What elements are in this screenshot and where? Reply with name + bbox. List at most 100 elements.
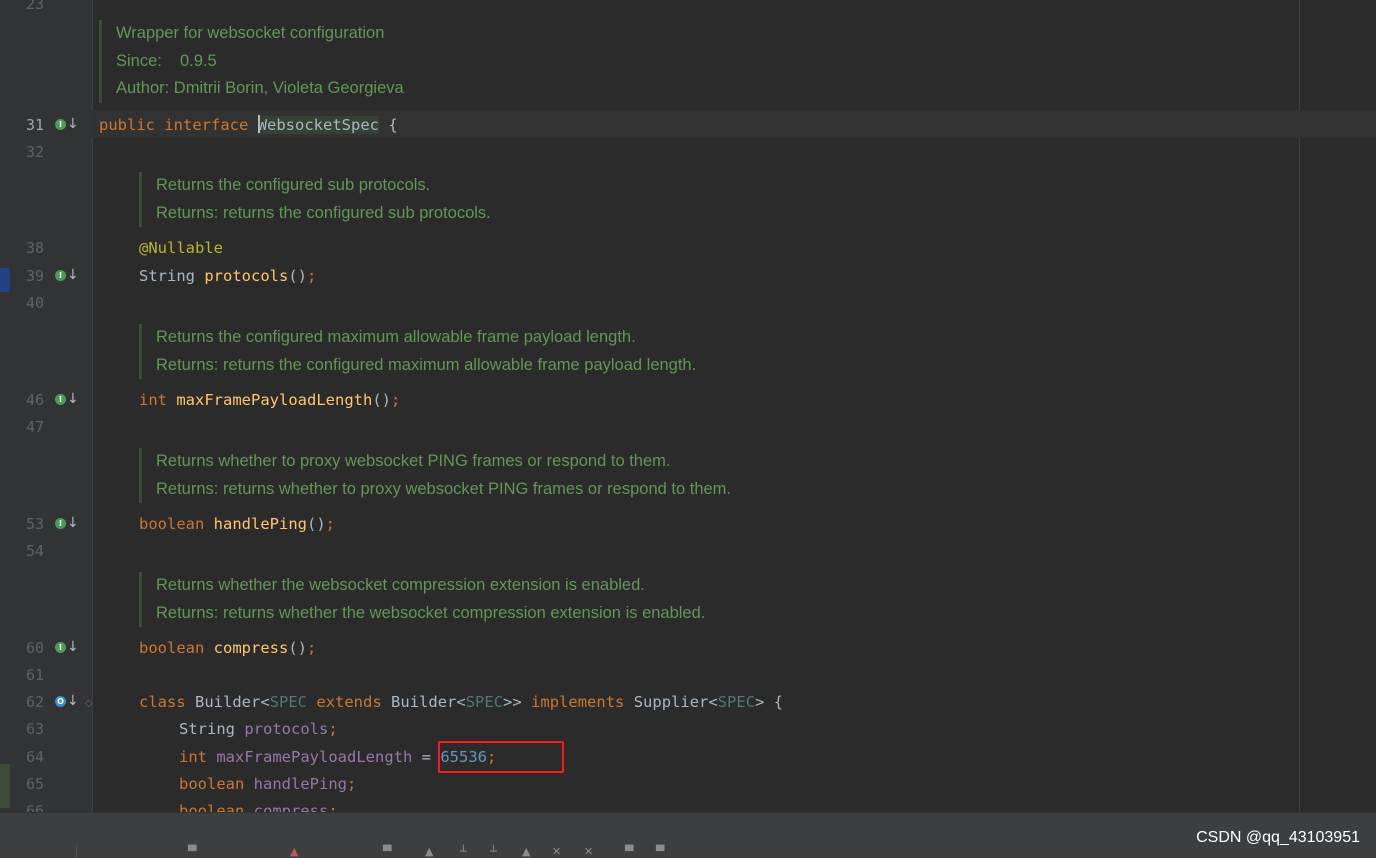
code-line-66[interactable]: boolean compress;: [179, 797, 338, 812]
method-name: handlePing: [213, 515, 307, 533]
bottom-tool-panel: ▀ ▲ ▀ ▲ ┴ ┴ ▲ ✕ ✕ ▀ ▀ CSDN @qq_43103951: [0, 812, 1376, 858]
class-name: Supplier: [633, 693, 709, 711]
method-javadoc: Returns whether to proxy websocket PING …: [139, 448, 731, 503]
javadoc-returns: Returns: returns the configured sub prot…: [156, 203, 491, 222]
code-line-65[interactable]: boolean handlePing;: [179, 770, 356, 798]
field-name: handlePing: [253, 775, 347, 793]
toolbar-up-icon[interactable]: ▲: [425, 846, 433, 858]
overrides-icon[interactable]: O ↓: [55, 693, 79, 713]
method-name: maxFramePayloadLength: [176, 391, 373, 409]
javadoc-summary: Returns the configured sub protocols.: [156, 176, 431, 194]
code-line-53[interactable]: boolean handlePing();: [139, 510, 335, 538]
line-number: 54: [25, 542, 44, 560]
angle: <: [708, 693, 718, 711]
field-name: maxFramePayloadLength: [216, 748, 413, 766]
interface-name[interactable]: WebsocketSpec: [257, 115, 380, 134]
semicolon: ;: [328, 720, 338, 738]
line-number: 39: [25, 267, 44, 285]
code-line-39[interactable]: String protocols();: [139, 262, 316, 290]
line-number: 46: [25, 391, 44, 409]
watermark: CSDN @qq_43103951: [1196, 829, 1360, 846]
toolbar-arrow-icon[interactable]: ┴: [490, 846, 497, 858]
line-number: 40: [25, 294, 44, 312]
keyword: implements: [531, 693, 625, 711]
implemented-icon[interactable]: I ↓: [55, 116, 79, 136]
type: int: [139, 391, 167, 409]
type: String: [139, 267, 195, 285]
field-name: protocols: [244, 720, 329, 738]
code-line-63[interactable]: String protocols;: [179, 715, 338, 743]
parens: (): [288, 639, 307, 657]
toolbar-close-icon[interactable]: ✕: [552, 846, 561, 858]
keyword: class: [139, 693, 186, 711]
change-marker-added: [0, 764, 10, 808]
toolbar-settings-icon[interactable]: ▀: [656, 846, 664, 858]
type-param: SPEC: [717, 693, 756, 711]
angle: >: [755, 693, 765, 711]
method-javadoc: Returns the configured sub protocols. Re…: [139, 172, 491, 227]
brace: {: [764, 693, 784, 711]
code-line-62[interactable]: class Builder<SPEC extends Builder<SPEC>…: [139, 688, 783, 716]
author-value: Dmitrii Borin, Violeta Georgieva: [173, 79, 404, 97]
line-number: 38: [25, 239, 44, 257]
toolbar-filter-icon[interactable]: ▀: [383, 846, 391, 858]
keyword: interface: [164, 116, 249, 134]
code-line-38[interactable]: @Nullable: [139, 234, 223, 262]
implemented-icon[interactable]: I ↓: [55, 267, 79, 287]
class-javadoc: Wrapper for websocket configuration Sinc…: [99, 20, 404, 103]
type: String: [179, 720, 235, 738]
code-line-31[interactable]: public interface WebsocketSpec {: [99, 111, 398, 139]
method-javadoc: Returns the configured maximum allowable…: [139, 324, 696, 379]
type: boolean: [179, 775, 245, 793]
code-line-60[interactable]: boolean compress();: [139, 634, 316, 662]
author-label: Author:: [116, 79, 170, 97]
implemented-icon[interactable]: I ↓: [55, 639, 79, 659]
type: boolean: [179, 802, 245, 812]
parens: (): [307, 515, 326, 533]
line-number: 65: [25, 775, 44, 793]
implemented-icon[interactable]: I ↓: [55, 391, 79, 411]
semicolon: ;: [390, 391, 401, 409]
code-line-46[interactable]: int maxFramePayloadLength();: [139, 386, 400, 414]
javadoc-summary: Returns the configured maximum allowable…: [156, 328, 636, 346]
angle: <: [260, 693, 270, 711]
toolbar-warning-icon[interactable]: ▲: [290, 846, 298, 858]
line-number: 62: [25, 693, 44, 711]
since-value: 0.9.5: [180, 51, 217, 70]
keyword: public: [99, 116, 155, 134]
line-number: 47: [25, 418, 44, 436]
javadoc-summary: Returns whether to proxy websocket PING …: [156, 452, 671, 470]
semicolon: ;: [325, 515, 336, 533]
toolbar-arrow-icon[interactable]: ┴: [460, 846, 467, 858]
method-javadoc: Returns whether the websocket compressio…: [139, 572, 705, 627]
semicolon: ;: [347, 775, 357, 793]
toolbar-close-icon[interactable]: ✕: [584, 846, 593, 858]
change-markers: [0, 0, 10, 812]
field-name: compress: [253, 802, 329, 812]
since-label: Since:: [116, 51, 162, 70]
javadoc-author: Author: Dmitrii Borin, Violeta Georgieva: [116, 75, 404, 103]
class-name: Builder: [391, 693, 457, 711]
implemented-icon[interactable]: I ↓: [55, 515, 79, 535]
toolbar-menu-icon[interactable]: ▀: [188, 846, 196, 858]
keyword: extends: [316, 693, 382, 711]
code-editor[interactable]: 23 31 32 38 39 40 46 47 53 54 60 61 62 6…: [0, 0, 1376, 812]
line-number: 61: [25, 666, 44, 684]
fold-toggle-icon[interactable]: ◇: [85, 697, 96, 710]
method-name: compress: [213, 639, 289, 657]
line-number: 66: [25, 802, 44, 812]
line-number: 60: [25, 639, 44, 657]
method-name: protocols: [204, 267, 289, 285]
javadoc-summary: Returns whether the websocket compressio…: [156, 576, 645, 594]
toolbar-divider: [76, 845, 77, 858]
line-number: 64: [25, 748, 44, 766]
toolbar-layout-icon[interactable]: ▀: [625, 846, 633, 858]
angle: >>: [503, 693, 522, 711]
semicolon: ;: [307, 267, 317, 285]
highlight-annotation-box: [438, 741, 564, 773]
toolbar-up-icon[interactable]: ▲: [522, 846, 530, 858]
javadoc-since: Since: 0.9.5: [116, 48, 404, 76]
brace: {: [379, 116, 398, 134]
javadoc-summary: Wrapper for websocket configuration: [116, 24, 385, 42]
semicolon: ;: [307, 639, 317, 657]
